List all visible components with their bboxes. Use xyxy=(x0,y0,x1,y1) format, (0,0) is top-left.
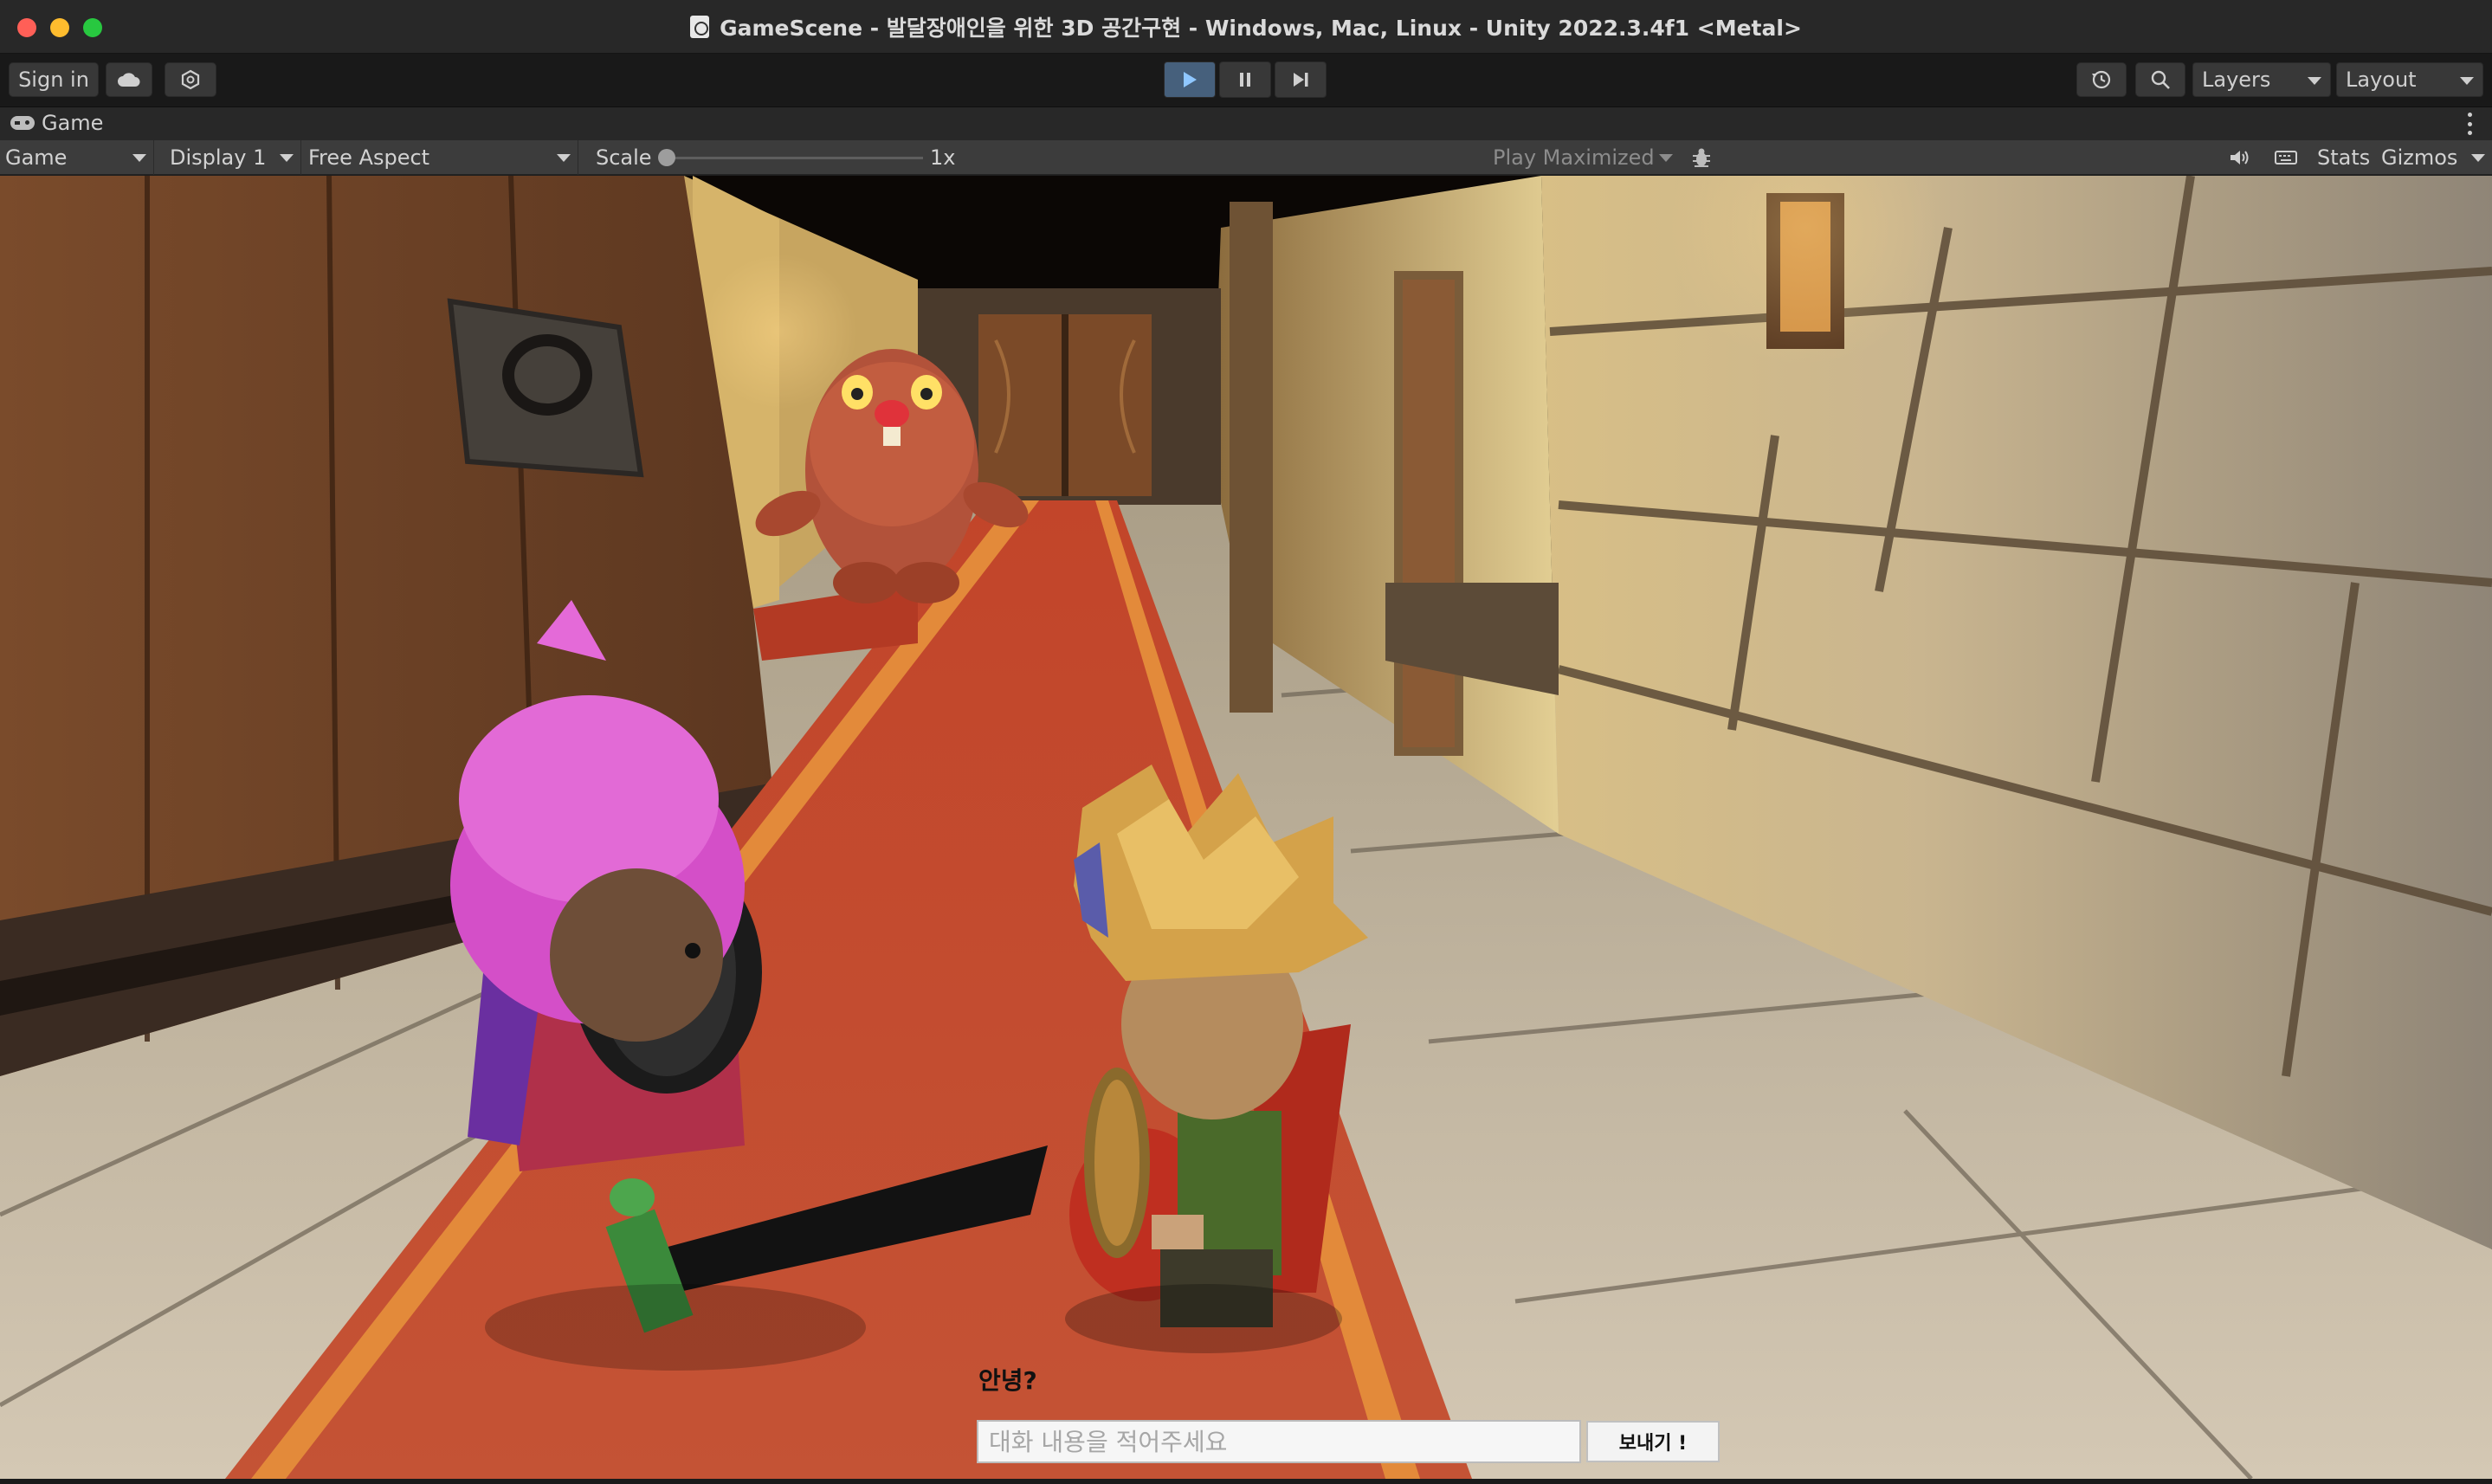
play-icon xyxy=(1184,72,1197,87)
layout-dropdown[interactable]: Layout xyxy=(2336,62,2483,97)
shortcuts-button[interactable] xyxy=(2265,140,2307,175)
play-button[interactable] xyxy=(1164,61,1216,98)
collab-icon xyxy=(181,69,200,90)
tab-game[interactable]: Game xyxy=(10,111,103,135)
tab-menu-button[interactable] xyxy=(2468,113,2473,135)
search-button[interactable] xyxy=(2135,62,2185,97)
close-window-button[interactable] xyxy=(17,18,36,37)
frame-debugger-button[interactable] xyxy=(1680,140,1723,175)
chevron-down-icon xyxy=(2308,77,2321,85)
cloud-icon xyxy=(118,73,140,87)
unity-scene-icon xyxy=(690,15,710,38)
step-button[interactable] xyxy=(1275,61,1327,98)
chevron-down-icon xyxy=(2471,154,2485,162)
chevron-down-icon xyxy=(1659,154,1673,162)
undo-history-button[interactable] xyxy=(2076,62,2127,97)
maximize-window-button[interactable] xyxy=(83,18,102,37)
game-scene-render xyxy=(0,176,2492,1479)
tab-strip: Game xyxy=(0,107,2492,140)
layout-label: Layout xyxy=(2346,68,2417,92)
chevron-down-icon xyxy=(2460,77,2474,85)
display-label: Display 1 xyxy=(170,145,267,170)
chat-message-text: 안녕? xyxy=(978,1366,1037,1395)
history-icon xyxy=(2092,70,2111,89)
view-type-dropdown[interactable]: Game xyxy=(0,140,154,175)
chevron-down-icon xyxy=(557,154,571,162)
chevron-down-icon xyxy=(132,154,146,162)
bug-icon xyxy=(1693,148,1710,167)
keyboard-icon xyxy=(2275,151,2297,165)
view-type-label: Game xyxy=(5,145,68,170)
pause-icon xyxy=(1240,73,1250,87)
aspect-label: Free Aspect xyxy=(308,145,430,170)
play-maximized-dropdown[interactable]: Play Maximized xyxy=(1488,140,1680,175)
dot-icon xyxy=(2468,113,2472,117)
dot-icon xyxy=(2468,121,2472,126)
play-maximized-label: Play Maximized xyxy=(1493,145,1655,170)
chevron-down-icon xyxy=(280,154,294,162)
scale-value: 1x xyxy=(930,145,956,170)
mute-audio-button[interactable] xyxy=(2218,140,2260,175)
gizmos-label: Gizmos xyxy=(2381,145,2458,170)
window-title-group: GameScene - 발달장애인을 위한 3D 공간구현 - Windows,… xyxy=(690,11,1802,42)
window-bottom-border xyxy=(0,1479,2492,1484)
window-titlebar: GameScene - 발달장애인을 위한 3D 공간구현 - Windows,… xyxy=(0,0,2492,54)
scale-slider-handle[interactable] xyxy=(658,149,675,166)
minimize-window-button[interactable] xyxy=(50,18,69,37)
window-controls xyxy=(17,18,102,37)
display-dropdown[interactable]: Display 1 xyxy=(165,140,301,175)
scale-slider-track[interactable] xyxy=(672,157,923,159)
collab-button[interactable] xyxy=(165,62,216,97)
speaker-icon xyxy=(2231,151,2249,165)
tab-game-label: Game xyxy=(42,111,104,135)
scale-label: Scale xyxy=(596,145,652,170)
send-button[interactable]: 보내기 ! xyxy=(1586,1421,1720,1462)
layers-label: Layers xyxy=(2202,68,2271,92)
cloud-button[interactable] xyxy=(106,62,152,97)
sign-in-button[interactable]: Sign in xyxy=(9,62,99,97)
step-icon xyxy=(1294,73,1308,87)
layers-dropdown[interactable]: Layers xyxy=(2192,62,2331,97)
gizmos-dropdown[interactable]: Gizmos xyxy=(2376,140,2492,175)
stats-toggle[interactable]: Stats xyxy=(2312,140,2373,175)
chat-input-field[interactable] xyxy=(977,1420,1581,1463)
main-toolbar: Sign in Layers Layout xyxy=(0,54,2492,107)
playmode-controls xyxy=(1164,61,1327,98)
dot-icon xyxy=(2468,131,2472,135)
aspect-dropdown[interactable]: Free Aspect xyxy=(303,140,578,175)
game-viewport[interactable]: 안녕? 보내기 ! xyxy=(0,176,2492,1479)
gamepad-icon xyxy=(10,116,35,130)
search-icon xyxy=(2151,70,2170,89)
pause-button[interactable] xyxy=(1219,61,1271,98)
game-view-toolbar: Game Display 1 Free Aspect Scale 1x Play… xyxy=(0,140,2492,175)
scale-control: Scale 1x xyxy=(591,140,956,175)
window-title: GameScene - 발달장애인을 위한 3D 공간구현 - Windows,… xyxy=(720,15,1802,41)
